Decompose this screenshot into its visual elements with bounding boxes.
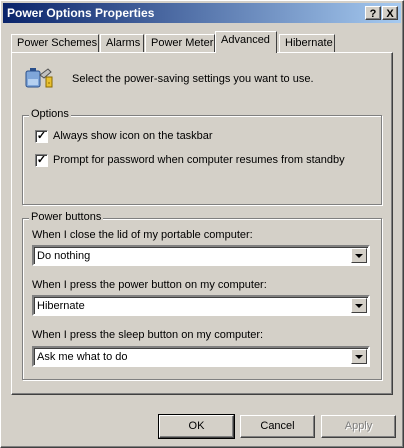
prompt-password-label[interactable]: Prompt for password when computer resume… xyxy=(53,154,345,166)
show-icon-label[interactable]: Always show icon on the taskbar xyxy=(53,130,213,142)
power-button-action-select[interactable]: Hibernate xyxy=(32,295,370,316)
lid-action-value: Do nothing xyxy=(37,250,91,262)
sleep-button-label: When I press the sleep button on my comp… xyxy=(32,329,264,341)
tab-alarms[interactable]: Alarms xyxy=(100,34,144,52)
help-button[interactable]: ? xyxy=(365,6,381,20)
apply-button[interactable]: Apply xyxy=(321,415,396,438)
title-bar[interactable]: Power Options Properties ? X xyxy=(3,3,401,23)
close-button[interactable]: X xyxy=(382,6,398,20)
show-icon-checkbox[interactable]: ✓ xyxy=(35,130,48,143)
intro-text: Select the power-saving settings you wan… xyxy=(72,73,314,85)
check-icon: ✓ xyxy=(36,130,47,142)
sleep-button-action-value: Ask me what to do xyxy=(37,351,128,363)
tab-label: Hibernate xyxy=(285,37,333,49)
chevron-down-icon[interactable] xyxy=(351,298,367,313)
tab-label: Alarms xyxy=(106,37,141,49)
power-buttons-group-label: Power buttons xyxy=(29,211,104,223)
chevron-down-icon[interactable] xyxy=(351,248,367,263)
tab-hibernate[interactable]: Hibernate xyxy=(279,34,335,52)
cancel-button[interactable]: Cancel xyxy=(240,415,315,438)
tab-label: Power Schemes xyxy=(17,37,98,49)
check-icon: ✓ xyxy=(36,154,47,166)
power-button-label: When I press the power button on my comp… xyxy=(32,279,267,291)
lid-label: When I close the lid of my portable comp… xyxy=(32,229,253,241)
prompt-password-checkbox[interactable]: ✓ xyxy=(35,154,48,167)
help-icon: ? xyxy=(369,8,377,20)
ok-button[interactable]: OK xyxy=(158,414,235,439)
tab-power-schemes[interactable]: Power Schemes xyxy=(11,34,99,52)
tab-advanced[interactable]: Advanced xyxy=(215,31,277,53)
chevron-down-icon[interactable] xyxy=(351,349,367,364)
apply-label: Apply xyxy=(344,420,373,432)
ok-label: OK xyxy=(188,420,205,432)
close-icon: X xyxy=(386,8,394,20)
tab-power-meter[interactable]: Power Meter xyxy=(145,34,215,52)
lid-action-select[interactable]: Do nothing xyxy=(32,245,370,266)
options-group: Options ✓ Always show icon on the taskba… xyxy=(22,108,382,205)
sleep-button-action-select[interactable]: Ask me what to do xyxy=(32,346,370,367)
window-title: Power Options Properties xyxy=(7,6,155,20)
battery-plug-icon xyxy=(25,68,53,88)
tab-label: Power Meter xyxy=(151,37,214,49)
power-button-action-value: Hibernate xyxy=(37,300,85,312)
advanced-panel: Select the power-saving settings you wan… xyxy=(11,52,393,395)
cancel-label: Cancel xyxy=(260,420,295,432)
power-options-dialog: Power Options Properties ? X Power Schem… xyxy=(0,0,404,448)
tab-label: Advanced xyxy=(221,34,270,46)
options-group-label: Options xyxy=(29,108,71,120)
